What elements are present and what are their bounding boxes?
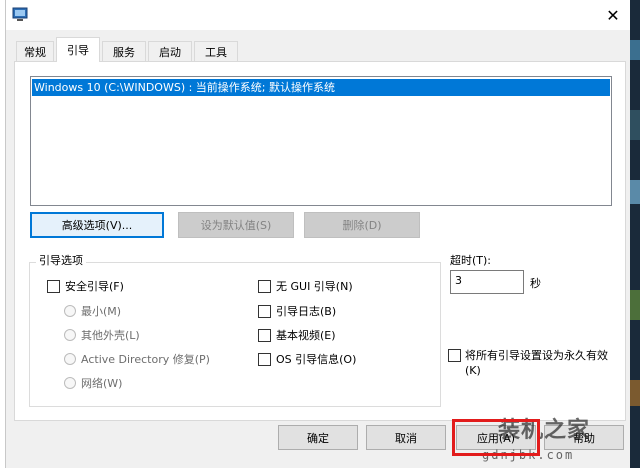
make-permanent-label-line1: 将所有引导设置设为永久有效 — [465, 349, 608, 362]
no-gui-boot-label: 无 GUI 引导(N) — [276, 280, 353, 293]
radio-minimal[interactable]: 最小(M) — [64, 303, 121, 319]
boot-log-checkbox[interactable]: 引导日志(B) — [258, 303, 336, 319]
background-desktop-strip — [630, 0, 640, 468]
safe-boot-label: 安全引导(F) — [65, 280, 124, 293]
timeout-unit: 秒 — [530, 277, 541, 290]
tab-startup[interactable]: 启动 — [148, 41, 192, 61]
make-permanent-label-line2: (K) — [465, 364, 481, 377]
radio-ad-repair-label: Active Directory 修复(P) — [81, 353, 210, 366]
safe-boot-checkbox[interactable]: 安全引导(F) — [47, 278, 124, 294]
make-permanent-checkbox[interactable]: 将所有引导设置设为永久有效 (K) — [448, 348, 626, 378]
radio-network-label: 网络(W) — [81, 377, 123, 390]
timeout-label: 超时(T): — [450, 254, 492, 267]
no-gui-boot-checkbox[interactable]: 无 GUI 引导(N) — [258, 278, 353, 294]
radio-ad-repair[interactable]: Active Directory 修复(P) — [64, 351, 210, 367]
boot-log-label: 引导日志(B) — [276, 305, 337, 318]
os-list-item[interactable]: Windows 10 (C:\WINDOWS) : 当前操作系统; 默认操作系统 — [32, 79, 610, 96]
tab-general[interactable]: 常规 — [16, 41, 54, 61]
boot-options-title: 引导选项 — [36, 252, 86, 268]
make-permanent-label: 将所有引导设置设为永久有效 (K) — [465, 348, 608, 378]
checkbox-box — [47, 279, 60, 293]
radio-network[interactable]: 网络(W) — [64, 375, 122, 391]
radio-alternate-shell-label: 其他外壳(L) — [81, 329, 140, 342]
os-list[interactable]: Windows 10 (C:\WINDOWS) : 当前操作系统; 默认操作系统 — [30, 76, 612, 206]
base-video-checkbox[interactable]: 基本视频(E) — [258, 327, 336, 343]
checkbox-box — [258, 304, 271, 318]
os-boot-info-label: OS 引导信息(O) — [276, 353, 357, 366]
cancel-button[interactable]: 取消 — [366, 425, 446, 450]
os-boot-info-checkbox[interactable]: OS 引导信息(O) — [258, 351, 356, 367]
apply-highlight-box — [452, 419, 540, 456]
delete-button[interactable]: 删除(D) — [304, 212, 420, 238]
radio-circle — [64, 377, 76, 389]
checkbox-box — [258, 352, 271, 366]
base-video-label: 基本视频(E) — [276, 329, 336, 342]
tab-services[interactable]: 服务 — [102, 41, 146, 61]
close-button[interactable]: ✕ — [600, 4, 626, 26]
radio-minimal-label: 最小(M) — [81, 305, 122, 318]
checkbox-box — [448, 349, 461, 362]
radio-circle — [64, 329, 76, 341]
msconfig-app-icon — [12, 6, 28, 22]
timeout-input[interactable]: 3 — [450, 270, 524, 294]
close-icon: ✕ — [606, 5, 620, 25]
title-bar — [6, 0, 630, 30]
advanced-options-button[interactable]: 高级选项(V)... — [30, 212, 164, 238]
radio-circle — [64, 353, 76, 365]
checkbox-box — [258, 328, 271, 342]
tab-boot[interactable]: 引导 — [56, 37, 100, 62]
tab-tools[interactable]: 工具 — [194, 41, 238, 61]
checkbox-box — [258, 279, 271, 293]
set-default-button[interactable]: 设为默认值(S) — [178, 212, 294, 238]
ok-button[interactable]: 确定 — [278, 425, 358, 450]
radio-alternate-shell[interactable]: 其他外壳(L) — [64, 327, 140, 343]
radio-circle — [64, 305, 76, 317]
